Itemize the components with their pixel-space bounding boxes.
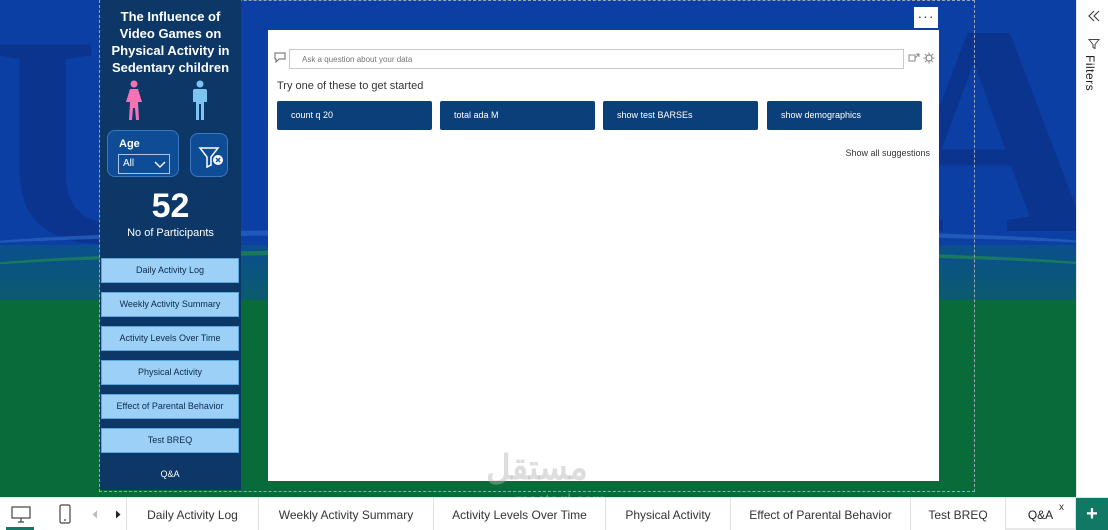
clear-filters-button[interactable] xyxy=(190,133,228,177)
filters-pane: Filters xyxy=(1076,0,1108,497)
tab-test-breq[interactable]: Test BREQ xyxy=(911,498,1006,530)
suggestion-button[interactable]: show test BARSEs xyxy=(603,101,758,130)
age-dropdown-value: All xyxy=(123,158,135,169)
previous-page-icon[interactable] xyxy=(91,510,99,519)
mobile-layout-icon[interactable] xyxy=(54,504,76,524)
suggestion-button[interactable]: show demographics xyxy=(767,101,922,130)
tab-weekly-activity-summary[interactable]: Weekly Activity Summary xyxy=(259,498,434,530)
qa-prompt-text: Try one of these to get started xyxy=(277,80,424,92)
filter-icon xyxy=(1088,39,1100,50)
tab-daily-activity-log[interactable]: Daily Activity Log xyxy=(127,498,259,530)
add-page-button[interactable]: + xyxy=(1076,498,1108,530)
desktop-layout-icon[interactable] xyxy=(10,504,32,524)
qa-visual: Try one of these to get started count q … xyxy=(268,30,939,481)
filters-pane-label[interactable]: Filters xyxy=(1083,55,1097,91)
age-dropdown[interactable]: All xyxy=(118,154,170,174)
chevron-down-icon xyxy=(154,161,166,168)
nav-button-physical-activity[interactable]: Physical Activity xyxy=(101,360,239,385)
tab-activity-levels-over-time[interactable]: Activity Levels Over Time xyxy=(434,498,606,530)
suggestion-button[interactable]: count q 20 xyxy=(277,101,432,130)
show-all-suggestions-link[interactable]: Show all suggestions xyxy=(845,148,930,158)
qa-question-input[interactable] xyxy=(289,49,904,69)
report-title: The Influence of Video Games on Physical… xyxy=(111,9,230,75)
chat-icon xyxy=(274,52,286,63)
next-page-icon[interactable] xyxy=(114,510,122,519)
suggestion-button[interactable]: total ada M xyxy=(440,101,595,130)
age-slicer-label: Age xyxy=(119,138,140,150)
watermark-logo: مستقل xyxy=(486,449,588,487)
tab-effect-of-parental-behavior[interactable]: Effect of Parental Behavior xyxy=(731,498,911,530)
participants-label: No of Participants xyxy=(127,227,214,239)
nav-button-activity-levels-over-time[interactable]: Activity Levels Over Time xyxy=(101,326,239,351)
male-person-icon xyxy=(193,80,207,120)
collapse-pane-icon[interactable] xyxy=(1088,9,1100,23)
close-page-button[interactable]: x xyxy=(1059,502,1064,513)
turn-into-visual-icon[interactable] xyxy=(908,52,920,64)
nav-button-daily-activity-log[interactable]: Daily Activity Log xyxy=(101,258,239,283)
nav-button-effect-of-parental-behavior[interactable]: Effect of Parental Behavior xyxy=(101,394,239,419)
more-options-button[interactable]: ··· xyxy=(914,7,938,28)
page-tab-bar: Daily Activity Log Weekly Activity Summa… xyxy=(0,497,1108,530)
left-panel: The Influence of Video Games on Physical… xyxy=(100,0,241,490)
tab-qa[interactable]: Q&A xyxy=(1006,498,1076,530)
age-slicer: Age All xyxy=(107,130,179,177)
nav-button-qa[interactable]: Q&A xyxy=(101,462,239,487)
tab-physical-activity[interactable]: Physical Activity xyxy=(606,498,731,530)
clear-filter-icon xyxy=(198,147,223,169)
nav-button-test-breq[interactable]: Test BREQ xyxy=(101,428,239,453)
participants-count: 52 xyxy=(151,187,190,225)
gear-icon[interactable] xyxy=(923,52,935,64)
female-person-icon xyxy=(126,80,142,120)
nav-button-weekly-activity-summary[interactable]: Weekly Activity Summary xyxy=(101,292,239,317)
